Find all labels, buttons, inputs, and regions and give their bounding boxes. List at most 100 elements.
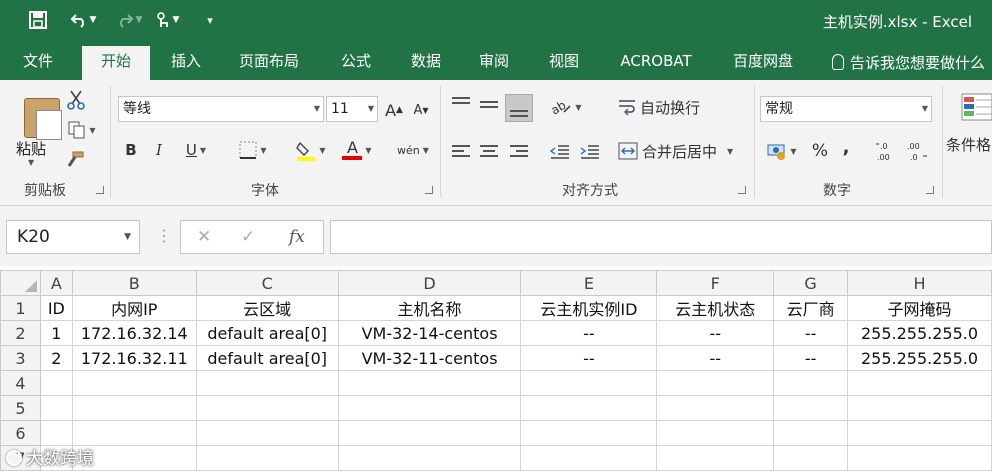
format-painter-icon[interactable] (62, 148, 88, 172)
column-header[interactable]: H (847, 270, 992, 296)
cell[interactable] (39, 420, 73, 446)
tab-view[interactable]: 视图 (536, 46, 592, 80)
cell[interactable]: 云主机实例ID (520, 295, 658, 321)
font-size-select[interactable]: 11 ▼ (326, 96, 378, 122)
tab-file[interactable]: 文件 (10, 46, 66, 80)
cell[interactable]: ID (39, 295, 73, 321)
increase-decimal-icon[interactable]: .0.00 (874, 138, 900, 164)
cell[interactable] (847, 445, 992, 471)
align-center-icon[interactable] (480, 142, 498, 160)
align-middle-icon[interactable] (480, 98, 498, 111)
cell[interactable] (520, 395, 658, 421)
cell[interactable]: 云区域 (195, 295, 339, 321)
row-header[interactable]: 1 (0, 295, 41, 321)
align-top-icon[interactable] (452, 94, 470, 112)
column-header[interactable]: C (195, 270, 339, 296)
cell[interactable] (520, 445, 658, 471)
insert-function-icon[interactable]: fx (289, 227, 305, 247)
column-header[interactable]: D (337, 270, 522, 296)
select-all-corner[interactable] (0, 270, 41, 296)
conditional-format-label[interactable]: 条件格 (946, 134, 991, 155)
underline-button[interactable]: U ▼ (176, 138, 216, 162)
cell[interactable]: -- (656, 345, 775, 371)
cell[interactable] (337, 445, 522, 471)
align-bottom-button[interactable] (505, 94, 533, 122)
font-color-button[interactable]: A ▼ (336, 136, 378, 164)
cell[interactable]: VM-32-11-centos (337, 345, 522, 371)
cell[interactable]: 子网掩码 (847, 295, 992, 321)
paste-button[interactable]: 粘贴 ▼ (8, 86, 62, 176)
column-header[interactable]: F (656, 270, 775, 296)
cell[interactable] (71, 395, 197, 421)
cell[interactable]: 主机名称 (337, 295, 522, 321)
cell[interactable] (195, 445, 339, 471)
cancel-icon[interactable]: ✕ (197, 227, 211, 247)
conditional-format-icon[interactable] (960, 92, 992, 122)
orientation-button[interactable]: ab ▼ (546, 94, 586, 120)
grow-font-button[interactable]: A ▲ (383, 98, 405, 122)
tab-insert[interactable]: 插入 (158, 46, 214, 80)
cell[interactable]: 255.255.255.0 (847, 320, 992, 346)
splitter-handle[interactable]: ⋮ (156, 226, 172, 245)
italic-button[interactable]: I (148, 138, 170, 162)
cell[interactable] (773, 420, 849, 446)
cell[interactable] (337, 395, 522, 421)
cell[interactable]: VM-32-14-centos (337, 320, 522, 346)
row-header[interactable]: 4 (0, 370, 41, 396)
row-header[interactable]: 2 (0, 320, 41, 346)
column-header[interactable]: E (520, 270, 658, 296)
cell[interactable] (195, 395, 339, 421)
cell[interactable]: 云厂商 (773, 295, 849, 321)
bold-button[interactable]: B (120, 138, 142, 162)
row-header[interactable]: 6 (0, 420, 41, 446)
tab-page-layout[interactable]: 页面布局 (228, 46, 310, 80)
cell[interactable] (195, 420, 339, 446)
redo-button[interactable]: ▼ (110, 6, 148, 34)
cell[interactable] (847, 395, 992, 421)
copy-button[interactable]: ▼ (62, 118, 102, 142)
phonetic-button[interactable]: wén ▼ (392, 136, 434, 164)
font-name-select[interactable]: 等线 ▼ (118, 96, 324, 122)
cell[interactable]: -- (520, 345, 658, 371)
cell[interactable]: 172.16.32.11 (71, 345, 197, 371)
increase-indent-icon[interactable] (578, 140, 602, 164)
cell[interactable] (71, 370, 197, 396)
fill-color-button[interactable]: ▼ (290, 136, 332, 164)
cell[interactable] (773, 445, 849, 471)
percent-button[interactable]: % (808, 138, 832, 164)
tab-baidu-netdisk[interactable]: 百度网盘 (720, 46, 806, 80)
cut-icon[interactable] (64, 88, 88, 112)
number-format-select[interactable]: 常规 ▼ (760, 96, 932, 122)
tab-formulas[interactable]: 公式 (328, 46, 384, 80)
cell[interactable]: -- (656, 320, 775, 346)
accounting-format-button[interactable]: ▼ (762, 138, 802, 164)
shrink-font-button[interactable]: A ▼ (410, 98, 432, 122)
cell[interactable] (39, 395, 73, 421)
cell[interactable] (656, 420, 775, 446)
touch-mode-button[interactable]: ▼ (152, 6, 182, 34)
number-launcher-icon[interactable] (926, 186, 934, 194)
formula-input[interactable] (330, 220, 992, 254)
comma-button[interactable]: , (836, 134, 856, 160)
cell[interactable] (71, 420, 197, 446)
cell[interactable]: default area[0] (195, 345, 339, 371)
cell[interactable]: -- (773, 345, 849, 371)
merge-center-button[interactable]: 合并后居中 ▼ (618, 138, 748, 164)
cell[interactable] (773, 395, 849, 421)
cell[interactable] (847, 370, 992, 396)
cell[interactable] (520, 420, 658, 446)
font-launcher-icon[interactable] (425, 186, 433, 194)
enter-icon[interactable]: ✓ (241, 227, 255, 247)
cell[interactable] (337, 420, 522, 446)
tab-data[interactable]: 数据 (398, 46, 454, 80)
tab-review[interactable]: 审阅 (466, 46, 522, 80)
cell[interactable] (520, 370, 658, 396)
cell[interactable]: 云主机状态 (656, 295, 775, 321)
tell-me-box[interactable]: 告诉我您想要做什么 (832, 52, 985, 73)
cell[interactable]: 172.16.32.14 (71, 320, 197, 346)
tab-home[interactable]: 开始 (82, 46, 150, 80)
borders-button[interactable]: ▼ (232, 138, 274, 162)
cell[interactable]: default area[0] (195, 320, 339, 346)
undo-button[interactable]: ▼ (64, 6, 102, 34)
cell[interactable]: -- (520, 320, 658, 346)
